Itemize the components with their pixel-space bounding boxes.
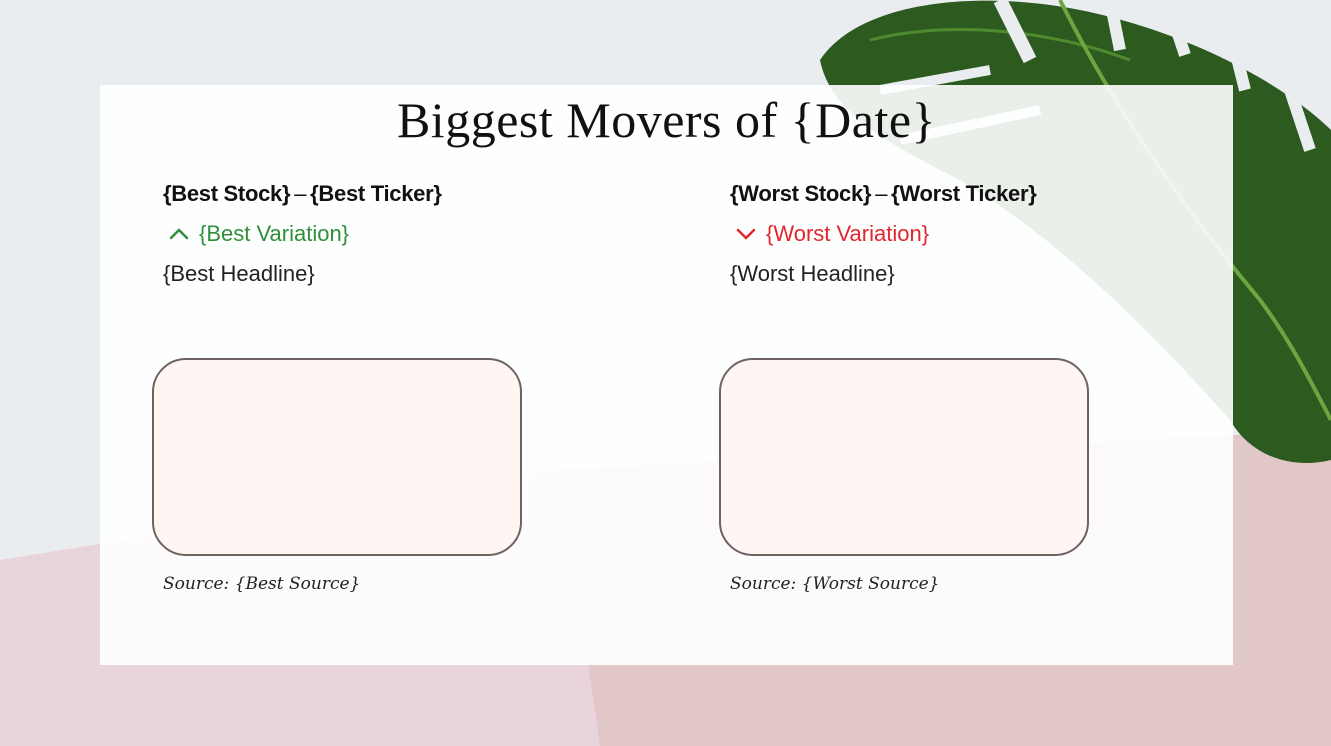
best-stock-name: {Best Stock} <box>163 181 291 206</box>
best-headline: {Best Headline} <box>163 261 315 286</box>
best-variation: {Best Variation} <box>167 221 349 247</box>
worst-headline: {Worst Headline} <box>730 261 895 286</box>
worst-separator: – <box>875 181 888 206</box>
best-chart-placeholder <box>152 358 522 556</box>
worst-variation: {Worst Variation} <box>734 221 929 247</box>
slide-card: Biggest Movers of {Date} {Best Stock} – {B… <box>100 85 1233 665</box>
best-mover-column: {Best Stock} – {Best Ticker} {Best Variati… <box>152 85 643 665</box>
worst-variation-text: {Worst Variation} <box>766 221 930 246</box>
worst-mover-column: {Worst Stock} – {Worst Ticker} {Worst Vari… <box>719 85 1210 665</box>
best-ticker: {Best Ticker} <box>310 181 442 206</box>
best-stock-heading: {Best Stock} – {Best Ticker} <box>163 181 442 207</box>
chevron-down-icon <box>734 222 758 246</box>
worst-ticker: {Worst Ticker} <box>891 181 1037 206</box>
worst-stock-heading: {Worst Stock} – {Worst Ticker} <box>730 181 1037 207</box>
best-separator: – <box>294 181 307 206</box>
best-source: Source: {Best Source} <box>163 574 361 594</box>
worst-chart-placeholder <box>719 358 1089 556</box>
worst-stock-name: {Worst Stock} <box>730 181 872 206</box>
best-variation-text: {Best Variation} <box>199 221 350 246</box>
worst-source: Source: {Worst Source} <box>730 574 940 594</box>
chevron-up-icon <box>167 222 191 246</box>
